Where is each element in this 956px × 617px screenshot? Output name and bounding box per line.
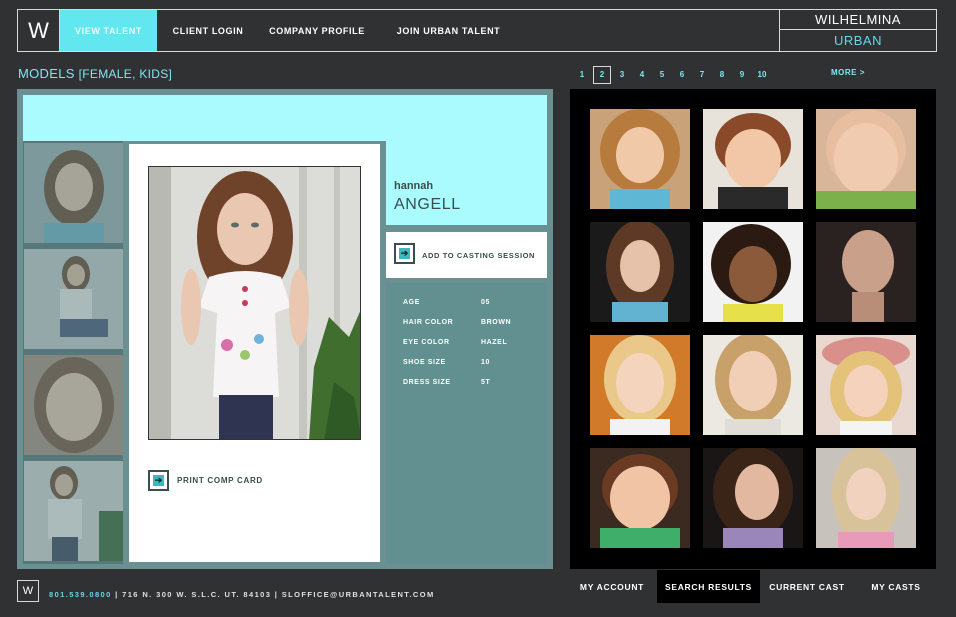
arrow-right-icon: ➔ <box>394 243 415 264</box>
result-thumb[interactable] <box>590 222 690 322</box>
nav-company-profile[interactable]: COMPANY PROFILE <box>261 10 373 51</box>
page-8[interactable]: 8 <box>712 66 732 83</box>
stat-label: SHOE SIZE <box>403 359 446 366</box>
result-thumb[interactable] <box>703 448 803 548</box>
stat-row: AGE 05 <box>403 299 543 311</box>
stat-row: HAIR COLOR BROWN <box>403 319 543 331</box>
page-3[interactable]: 3 <box>612 66 632 83</box>
stat-row: DRESS SIZE 5T <box>403 379 543 391</box>
result-thumb[interactable] <box>816 109 916 209</box>
nav-client-login[interactable]: CLIENT LOGIN <box>163 10 253 51</box>
logo[interactable]: W <box>18 10 60 51</box>
footer-phone: 801.539.0800 <box>49 590 112 599</box>
result-thumb[interactable] <box>816 222 916 322</box>
arrow-right-icon: ➔ <box>148 470 169 491</box>
page-title: MODELS [FEMALE, KIDS] <box>18 66 172 81</box>
result-thumb[interactable] <box>590 109 690 209</box>
page-5[interactable]: 5 <box>652 66 672 83</box>
top-nav: W VIEW TALENT CLIENT LOGIN COMPANY PROFI… <box>17 9 937 52</box>
brand-urban[interactable]: URBAN <box>780 30 936 50</box>
page-6[interactable]: 6 <box>672 66 692 83</box>
model-name-box: hannah ANGELL <box>386 141 547 225</box>
nav-view-talent[interactable]: VIEW TALENT <box>60 10 157 51</box>
footer-address: | 716 N. 300 W. S.L.C. UT. 84103 | SLOFF… <box>111 590 435 599</box>
profile-panel: ➔ PRINT COMP CARD hannah ANGELL ➔ ADD TO… <box>17 89 553 569</box>
result-thumb[interactable] <box>703 222 803 322</box>
page-7[interactable]: 7 <box>692 66 712 83</box>
page-9[interactable]: 9 <box>732 66 752 83</box>
page-title-filter: [FEMALE, KIDS] <box>78 67 173 81</box>
footer-logo[interactable]: W <box>17 580 39 602</box>
result-thumb[interactable] <box>816 448 916 548</box>
brand-wilhelmina[interactable]: WILHELMINA <box>780 10 936 30</box>
page-2-current[interactable]: 2 <box>593 65 611 84</box>
stat-value: 10 <box>481 359 490 366</box>
result-thumb[interactable] <box>703 335 803 435</box>
model-last-name: ANGELL <box>394 196 461 213</box>
stat-value: BROWN <box>481 319 512 326</box>
tab-my-casts[interactable]: MY CASTS <box>856 570 936 603</box>
stat-value: HAZEL <box>481 339 508 346</box>
stat-label: HAIR COLOR <box>403 319 454 326</box>
main-photo-card: ➔ PRINT COMP CARD <box>129 144 380 562</box>
tab-current-cast[interactable]: CURRENT CAST <box>762 570 852 603</box>
profile-header-band <box>23 95 547 141</box>
page-10[interactable]: 10 <box>752 66 772 83</box>
page-title-main: MODELS <box>18 66 75 81</box>
result-thumb[interactable] <box>590 448 690 548</box>
footer-contact: 801.539.0800 | 716 N. 300 W. S.L.C. UT. … <box>49 590 435 599</box>
nav-join-urban-talent[interactable]: JOIN URBAN TALENT <box>386 10 511 51</box>
profile-thumb-2[interactable] <box>24 249 123 349</box>
result-thumb[interactable] <box>703 109 803 209</box>
add-to-casting-button[interactable]: ➔ ADD TO CASTING SESSION <box>386 232 547 278</box>
tab-search-results[interactable]: SEARCH RESULTS <box>657 570 760 603</box>
stat-label: AGE <box>403 299 420 306</box>
stat-row: SHOE SIZE 10 <box>403 359 543 371</box>
profile-thumb-1[interactable] <box>24 143 123 243</box>
pagination: 1 2 3 4 5 6 7 8 9 10 <box>572 65 772 84</box>
profile-thumbnails <box>23 141 123 564</box>
model-stats: AGE 05 HAIR COLOR BROWN EYE COLOR HAZEL SHO… <box>386 283 547 564</box>
main-photo[interactable] <box>148 166 361 440</box>
search-results-grid <box>570 89 936 569</box>
page-1[interactable]: 1 <box>572 66 592 83</box>
profile-thumb-4[interactable] <box>24 461 123 561</box>
more-link[interactable]: MORE > <box>831 68 865 77</box>
result-thumb[interactable] <box>816 335 916 435</box>
stat-value: 5T <box>481 379 491 386</box>
stat-row: EYE COLOR HAZEL <box>403 339 543 351</box>
add-to-casting-label: ADD TO CASTING SESSION <box>422 251 536 260</box>
model-first-name: hannah <box>394 180 434 192</box>
stat-label: DRESS SIZE <box>403 379 451 386</box>
profile-thumb-3[interactable] <box>24 355 123 455</box>
print-comp-card-label: PRINT COMP CARD <box>177 476 263 485</box>
print-comp-card-button[interactable]: ➔ PRINT COMP CARD <box>148 470 263 491</box>
tab-my-account[interactable]: MY ACCOUNT <box>570 570 654 603</box>
stat-value: 05 <box>481 299 490 306</box>
page-4[interactable]: 4 <box>632 66 652 83</box>
brand-box: WILHELMINA URBAN <box>779 10 936 51</box>
result-thumb[interactable] <box>590 335 690 435</box>
stat-label: EYE COLOR <box>403 339 450 346</box>
